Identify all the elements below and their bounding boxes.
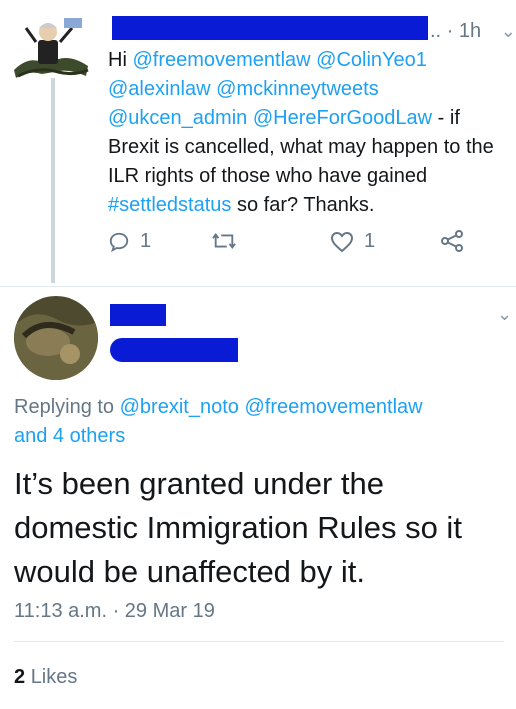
reply-action[interactable]: 1 [108,230,151,253]
share-icon [441,230,463,252]
avatar[interactable] [14,296,98,380]
mention-link[interactable]: @alexinlaw [108,78,211,100]
heart-icon [330,231,354,252]
reply-text: It’s been granted under the domestic Imm… [14,466,462,589]
reply-icon [109,232,129,252]
share-action[interactable] [440,230,464,252]
retweet-action[interactable] [212,230,236,252]
handle-suffix: .. [430,20,442,42]
mention-link[interactable]: @HereForGoodLaw [253,107,432,129]
like-action[interactable]: 1 [330,230,375,253]
tweet-meta: .. · 1h ⌄ [430,20,516,42]
replying-others-link[interactable]: and 4 others [14,425,125,447]
replying-user-link[interactable]: @freemovementlaw [244,396,422,418]
tweet-text: Hi @freemovementlaw @ColinYeo1 @alexinla… [108,46,508,220]
replying-prefix: Replying to [14,396,120,418]
mention-link[interactable]: @mckinneytweets [216,78,379,100]
divider [0,286,516,287]
redacted-name [112,16,428,40]
mention-link[interactable]: @freemovementlaw [132,49,310,71]
redacted-handle [110,338,238,362]
replying-to: Replying to @brexit_noto @freemovementla… [14,393,504,451]
tweet-text-segment: so far? Thanks. [231,194,375,216]
divider [14,641,504,642]
tweet-text-segment: Hi [108,49,133,71]
likes-count: 2 [14,666,26,688]
mention-link[interactable]: @ukcen_admin [108,107,247,129]
tweet-time[interactable]: 1h [459,20,481,42]
thread-line [51,78,55,283]
chevron-down-icon[interactable]: ⌄ [497,304,512,325]
hashtag-link[interactable]: #settledstatus [108,194,231,216]
replying-user-link[interactable]: @brexit_noto [120,396,239,418]
likes-label: Likes [30,666,78,688]
reply-timestamp[interactable]: 11:13 a.m. · 29 Mar 19 [14,600,215,623]
likes-summary[interactable]: 2 Likes [14,666,77,689]
redacted-name [110,304,166,326]
mention-link[interactable]: @ColinYeo1 [316,49,427,71]
like-count: 1 [364,230,376,252]
retweet-icon [212,233,236,249]
avatar[interactable] [8,6,94,92]
chevron-down-icon[interactable]: ⌄ [501,21,516,41]
reply-count: 1 [140,230,152,252]
